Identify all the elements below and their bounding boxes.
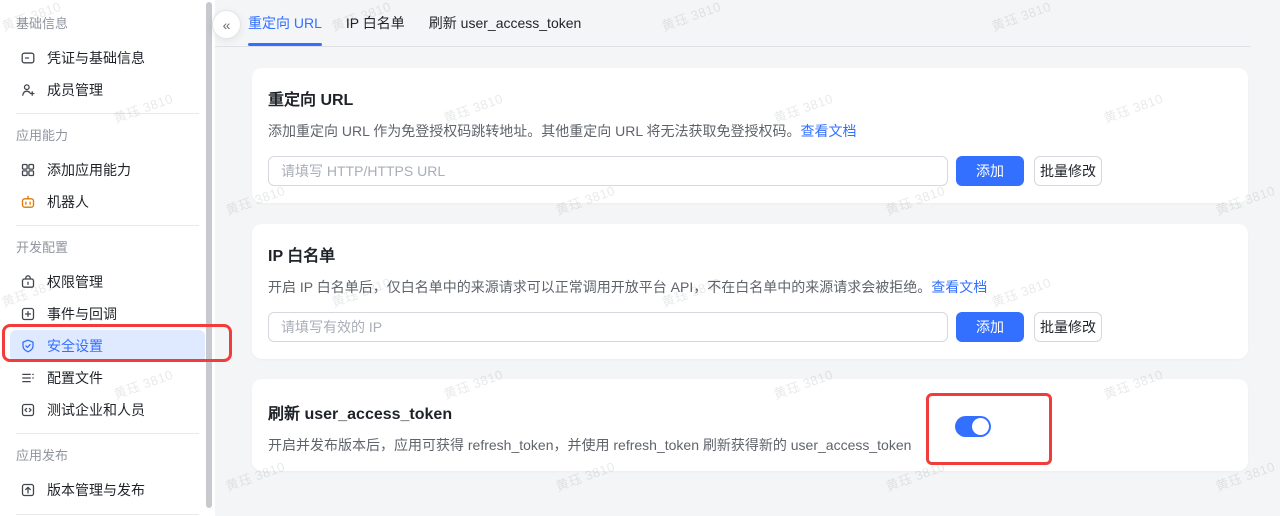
app-window: 基础信息 凭证与基础信息 成员管理 应用能力 添加应用能力 机器人: [0, 0, 1280, 516]
sidebar-item-version-release[interactable]: 版本管理与发布: [10, 474, 205, 506]
toggle-knob: [972, 418, 989, 435]
redirect-url-input[interactable]: [268, 156, 948, 186]
sidebar-item-members[interactable]: 成员管理: [10, 74, 205, 106]
test-code-icon: [20, 402, 36, 418]
description-text: 开启 IP 白名单后，仅白名单中的来源请求可以正常调用开放平台 API，不在白名…: [268, 279, 931, 295]
sidebar-item-label: 版本管理与发布: [47, 480, 145, 500]
member-add-icon: [20, 82, 36, 98]
sidebar-divider: [16, 433, 199, 434]
ip-whitelist-card: IP 白名单 开启 IP 白名单后，仅白名单中的来源请求可以正常调用开放平台 A…: [252, 224, 1248, 359]
sidebar-item-permissions[interactable]: 权限管理: [10, 266, 205, 298]
sidebar-item-label: 配置文件: [47, 368, 103, 388]
view-docs-link[interactable]: 查看文档: [931, 279, 987, 295]
sidebar-item-label: 凭证与基础信息: [47, 48, 145, 68]
sidebar-item-label: 测试企业和人员: [47, 400, 145, 420]
ip-whitelist-input[interactable]: [268, 312, 948, 342]
section-title-refresh-token: 刷新 user_access_token: [268, 404, 1232, 426]
sidebar-divider: [16, 514, 199, 515]
robot-icon: [20, 194, 36, 210]
sidebar-item-config-file[interactable]: 配置文件: [10, 362, 205, 394]
sidebar-item-label: 机器人: [47, 192, 89, 212]
view-docs-link[interactable]: 查看文档: [801, 123, 857, 139]
redirect-url-card: 重定向 URL 添加重定向 URL 作为免登授权码跳转地址。其他重定向 URL …: [252, 68, 1248, 203]
sidebar-item-label: 事件与回调: [47, 304, 117, 324]
add-ip-button[interactable]: 添加: [956, 312, 1024, 342]
config-file-icon: [20, 370, 36, 386]
section-title-redirect-url: 重定向 URL: [268, 90, 1232, 112]
redirect-url-input-row: 添加 批量修改: [268, 156, 1232, 186]
sidebar: 基础信息 凭证与基础信息 成员管理 应用能力 添加应用能力 机器人: [0, 0, 215, 516]
batch-edit-ip-button[interactable]: 批量修改: [1034, 312, 1102, 342]
ip-whitelist-input-row: 添加 批量修改: [268, 312, 1232, 342]
security-shield-icon: [20, 338, 36, 354]
description-text: 添加重定向 URL 作为免登授权码跳转地址。其他重定向 URL 将无法获取免登授…: [268, 123, 801, 139]
content-area: 重定向 URL 添加重定向 URL 作为免登授权码跳转地址。其他重定向 URL …: [215, 47, 1280, 471]
sidebar-item-label: 成员管理: [47, 80, 103, 100]
credential-card-icon: [20, 50, 36, 66]
section-description-refresh-token: 开启并发布版本后，应用可获得 refresh_token，并使用 refresh…: [268, 435, 1232, 455]
tab-bar: 重定向 URL IP 白名单 刷新 user_access_token: [215, 0, 1250, 47]
sidebar-section-header: 应用能力: [0, 126, 215, 146]
sidebar-section-header: 应用发布: [0, 446, 215, 466]
event-callback-icon: [20, 306, 36, 322]
sidebar-section-header: 基础信息: [0, 14, 215, 34]
app-capability-grid-icon: [20, 162, 36, 178]
batch-edit-redirect-url-button[interactable]: 批量修改: [1034, 156, 1102, 186]
main-panel: 重定向 URL IP 白名单 刷新 user_access_token 重定向 …: [215, 0, 1280, 516]
collapse-sidebar-button[interactable]: «: [212, 10, 241, 39]
sidebar-section-header: 开发配置: [0, 238, 215, 258]
section-description-ip-whitelist: 开启 IP 白名单后，仅白名单中的来源请求可以正常调用开放平台 API，不在白名…: [268, 277, 1232, 297]
collapse-sidebar-icon: «: [223, 17, 231, 33]
sidebar-item-label: 权限管理: [47, 272, 103, 292]
sidebar-item-bot[interactable]: 机器人: [10, 186, 205, 218]
sidebar-divider: [16, 113, 199, 114]
sidebar-item-security[interactable]: 安全设置: [10, 330, 205, 362]
sidebar-item-label: 添加应用能力: [47, 160, 131, 180]
permission-briefcase-icon: [20, 274, 36, 290]
sidebar-item-test-company[interactable]: 测试企业和人员: [10, 394, 205, 426]
add-redirect-url-button[interactable]: 添加: [956, 156, 1024, 186]
section-description-redirect-url: 添加重定向 URL 作为免登授权码跳转地址。其他重定向 URL 将无法获取免登授…: [268, 121, 1232, 141]
tab-refresh-token[interactable]: 刷新 user_access_token: [429, 0, 582, 46]
sidebar-item-add-capability[interactable]: 添加应用能力: [10, 154, 205, 186]
sidebar-scrollbar[interactable]: [206, 2, 212, 508]
sidebar-divider: [16, 225, 199, 226]
tab-ip-whitelist[interactable]: IP 白名单: [346, 0, 405, 46]
section-title-ip-whitelist: IP 白名单: [268, 246, 1232, 268]
refresh-token-toggle[interactable]: [955, 416, 991, 437]
refresh-token-card: 刷新 user_access_token 开启并发布版本后，应用可获得 refr…: [252, 379, 1248, 471]
sidebar-item-credentials[interactable]: 凭证与基础信息: [10, 42, 205, 74]
sidebar-item-events-callbacks[interactable]: 事件与回调: [10, 298, 205, 330]
tab-redirect-url[interactable]: 重定向 URL: [248, 0, 322, 46]
version-publish-icon: [20, 482, 36, 498]
sidebar-item-label: 安全设置: [47, 336, 103, 356]
